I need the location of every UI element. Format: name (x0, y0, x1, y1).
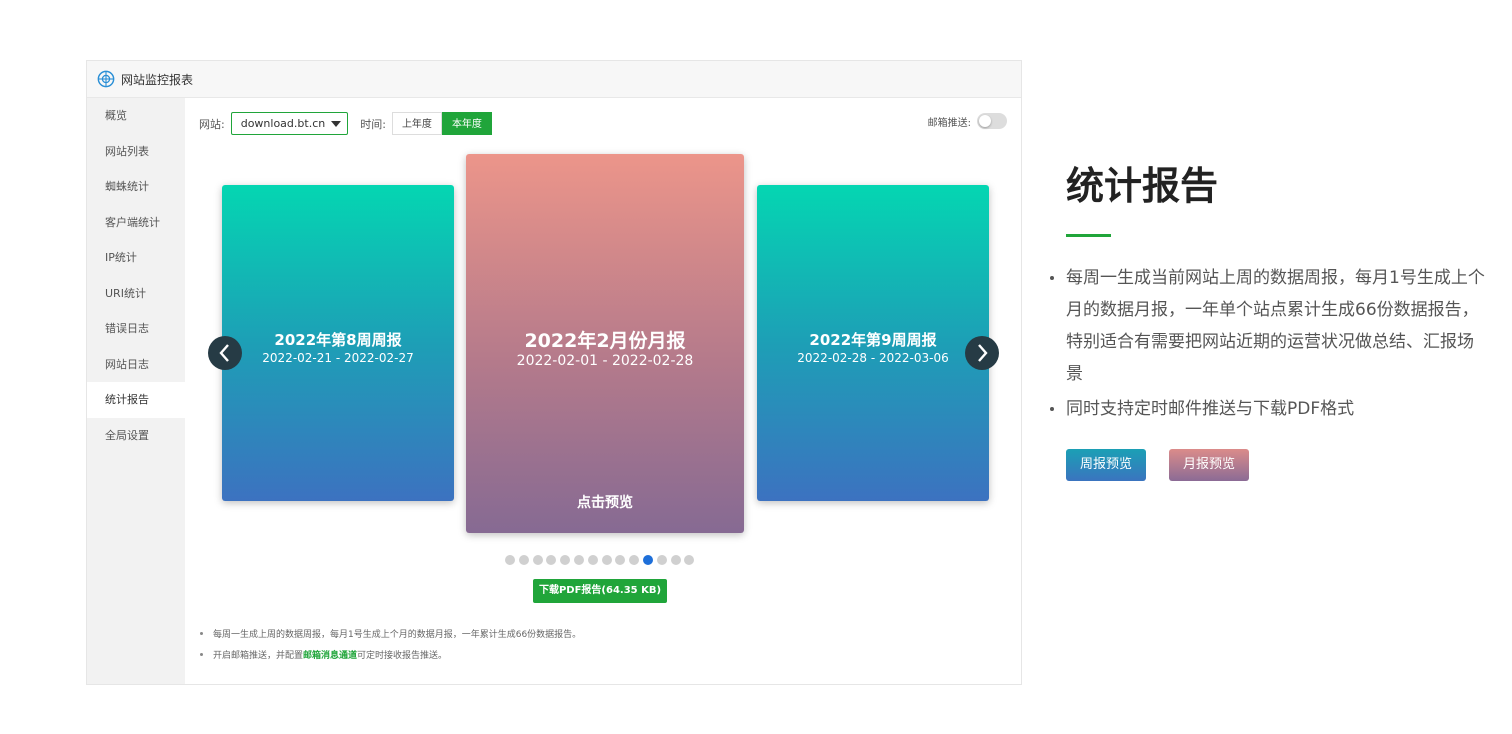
sidebar-item-overview[interactable]: 概览 (87, 98, 185, 134)
time-label: 时间: (360, 117, 386, 131)
feature-list: 每周一生成当前网站上周的数据周报，每月1号生成上个月的数据月报，一年单个站点累计… (1048, 262, 1488, 428)
year-toggle: 上年度 本年度 (391, 112, 492, 135)
sidebar-item-client-stats[interactable]: 客户端统计 (87, 205, 185, 241)
weekly-report-card-next[interactable]: 2022年第9周周报 2022-02-28 - 2022-03-06 (757, 185, 989, 501)
sidebar-item-error-log[interactable]: 错误日志 (87, 311, 185, 347)
note-item: 每周一生成上周的数据周报，每月1号生成上个月的数据月报，一年累计生成66份数据报… (200, 623, 581, 644)
feature-bullet: 每周一生成当前网站上周的数据周报，每月1号生成上个月的数据月报，一年单个站点累计… (1048, 262, 1488, 390)
card-date-range: 2022-02-28 - 2022-03-06 (797, 351, 949, 365)
this-year-button[interactable]: 本年度 (441, 112, 492, 135)
sidebar-item-global-settings[interactable]: 全局设置 (87, 418, 185, 454)
carousel-next-button[interactable] (965, 336, 999, 370)
title-underline (1066, 234, 1111, 237)
pagination-dot[interactable] (573, 555, 584, 565)
report-notes: 每周一生成上周的数据周报，每月1号生成上个月的数据月报，一年累计生成66份数据报… (200, 623, 581, 665)
preview-link[interactable]: 点击预览 (466, 492, 744, 512)
sidebar-item-site-log[interactable]: 网站日志 (87, 347, 185, 383)
sidebar-item-spider-stats[interactable]: 蜘蛛统计 (87, 169, 185, 205)
card-title: 2022年2月份月报 (524, 330, 686, 352)
weekly-preview-button[interactable]: 周报预览 (1066, 449, 1146, 481)
sidebar-item-uri-stats[interactable]: URI统计 (87, 276, 185, 312)
feature-bullet: 同时支持定时邮件推送与下载PDF格式 (1048, 393, 1488, 425)
pagination-dot[interactable] (505, 555, 515, 565)
pagination-dot[interactable] (684, 555, 695, 565)
pagination-dot[interactable] (656, 555, 667, 565)
mail-push-label: 邮箱推送: (927, 117, 971, 129)
panel-title: 网站监控报表 (121, 72, 194, 87)
card-date-range: 2022-02-21 - 2022-02-27 (262, 351, 414, 365)
sidebar-item-site-list[interactable]: 网站列表 (87, 134, 185, 170)
sidebar-item-ip-stats[interactable]: IP统计 (87, 240, 185, 276)
note-text: 开启邮箱推送，并配置 (213, 651, 304, 661)
sidebar: 概览 网站列表 蜘蛛统计 客户端统计 IP统计 URI统计 错误日志 网站日志 … (87, 98, 185, 684)
caret-down-icon (331, 120, 342, 127)
last-year-button[interactable]: 上年度 (391, 112, 442, 135)
monthly-report-card[interactable]: 2022年2月份月报 2022-02-01 - 2022-02-28 点击预览 (466, 154, 744, 533)
carousel-pagination (505, 555, 698, 565)
card-date-range: 2022-02-01 - 2022-02-28 (516, 353, 694, 369)
site-select-value: download.bt.cn (240, 117, 326, 130)
card-title: 2022年第9周周报 (809, 331, 937, 349)
card-title: 2022年第8周周报 (274, 331, 402, 349)
panel-header: 网站监控报表 (87, 61, 1021, 98)
pagination-dot[interactable] (615, 555, 626, 565)
pagination-dot[interactable] (629, 555, 640, 565)
sidebar-item-reports[interactable]: 统计报告 (87, 382, 185, 418)
note-text: 可定时接收报告推送。 (357, 651, 448, 661)
feature-title: 统计报告 (1066, 164, 1219, 208)
pagination-dot[interactable] (642, 555, 653, 565)
pagination-dot[interactable] (670, 555, 681, 565)
pagination-dot[interactable] (587, 555, 598, 565)
filter-bar: 网站: download.bt.cn 时间: 上年度 本年度 (199, 112, 492, 135)
mail-push: 邮箱推送: (928, 113, 1007, 129)
site-select[interactable]: download.bt.cn (230, 112, 349, 135)
logo-icon (97, 70, 115, 88)
mail-channel-link[interactable]: 邮箱消息通道 (303, 648, 357, 661)
pagination-dot[interactable] (601, 555, 612, 565)
weekly-report-card-prev[interactable]: 2022年第8周周报 2022-02-21 - 2022-02-27 (222, 185, 454, 501)
pagination-dot[interactable] (518, 555, 529, 565)
carousel-prev-button[interactable] (208, 336, 242, 370)
pagination-dot[interactable] (532, 555, 543, 565)
chevron-right-icon (978, 344, 988, 362)
pagination-dot[interactable] (546, 555, 557, 565)
note-item: 开启邮箱推送，并配置 邮箱消息通道 可定时接收报告推送。 (200, 644, 581, 665)
bullet (200, 653, 203, 656)
site-label: 网站: (199, 117, 225, 131)
monthly-preview-button[interactable]: 月报预览 (1169, 449, 1249, 481)
download-pdf-button[interactable]: 下载PDF报告(64.35 KB) (533, 579, 667, 603)
pagination-dot[interactable] (560, 555, 571, 565)
note-text: 每周一生成上周的数据周报，每月1号生成上个月的数据月报，一年累计生成66份数据报… (213, 630, 582, 640)
chevron-left-icon (219, 344, 229, 362)
mail-push-toggle[interactable] (977, 113, 1007, 129)
bullet (200, 632, 203, 635)
toggle-knob (979, 115, 991, 127)
